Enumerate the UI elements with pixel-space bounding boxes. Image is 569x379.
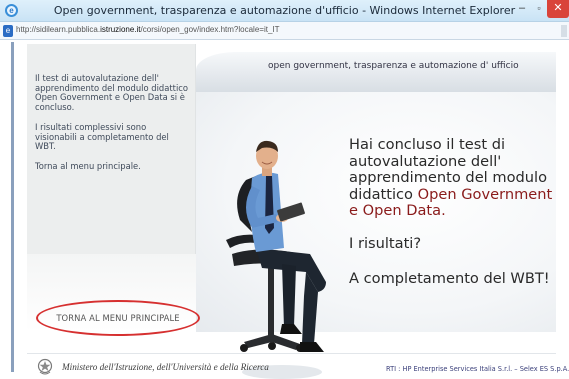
rti-credits: RTI : HP Enterprise Services Italia S.r.… bbox=[386, 365, 569, 373]
results-note: I risultati complessivi sono visionabili… bbox=[35, 122, 169, 152]
completion-text: A completamento del WBT! bbox=[349, 270, 550, 287]
banner-text: open government, trasparenza e automazio… bbox=[268, 61, 519, 71]
businessman-illustration bbox=[226, 140, 326, 379]
url-text[interactable]: http://sidilearn.pubblica.istruzione.it/… bbox=[16, 25, 280, 34]
return-note: Torna al menu principale. bbox=[35, 161, 141, 171]
url-prefix: http://sidilearn.pubblica. bbox=[16, 25, 101, 34]
page-icon: e bbox=[3, 25, 13, 37]
page-content: open government, trasparenza e automazio… bbox=[0, 40, 569, 379]
url-suffix: /corsi/open_gov/index.htm?locale=it_IT bbox=[140, 25, 280, 34]
window-titlebar: e Open government, trasparenza e automaz… bbox=[0, 0, 569, 22]
maximize-button[interactable]: ▫ bbox=[531, 0, 547, 18]
course-banner bbox=[196, 52, 556, 92]
url-domain: istruzione.it bbox=[100, 25, 141, 34]
left-accent-strip bbox=[11, 42, 14, 372]
ministry-name: Ministero dell'Istruzione, dell'Universi… bbox=[62, 362, 269, 372]
address-scroll-handle[interactable] bbox=[561, 25, 567, 37]
close-button[interactable]: ✕ bbox=[547, 0, 569, 18]
address-bar[interactable]: e http://sidilearn.pubblica.istruzione.i… bbox=[0, 22, 569, 40]
footer-divider bbox=[27, 353, 556, 354]
window-title: Open government, trasparenza e automazio… bbox=[53, 4, 516, 17]
headline: Hai concluso il test di autovalutazione … bbox=[349, 136, 564, 220]
republic-emblem-icon bbox=[37, 358, 53, 375]
minimize-button[interactable]: – bbox=[513, 0, 531, 18]
main-menu-button[interactable]: TORNA AL MENU PRINCIPALE bbox=[36, 300, 200, 336]
completion-message: Il test di autovalutazione dell' apprend… bbox=[35, 73, 189, 112]
results-question: I risultati? bbox=[349, 235, 422, 252]
